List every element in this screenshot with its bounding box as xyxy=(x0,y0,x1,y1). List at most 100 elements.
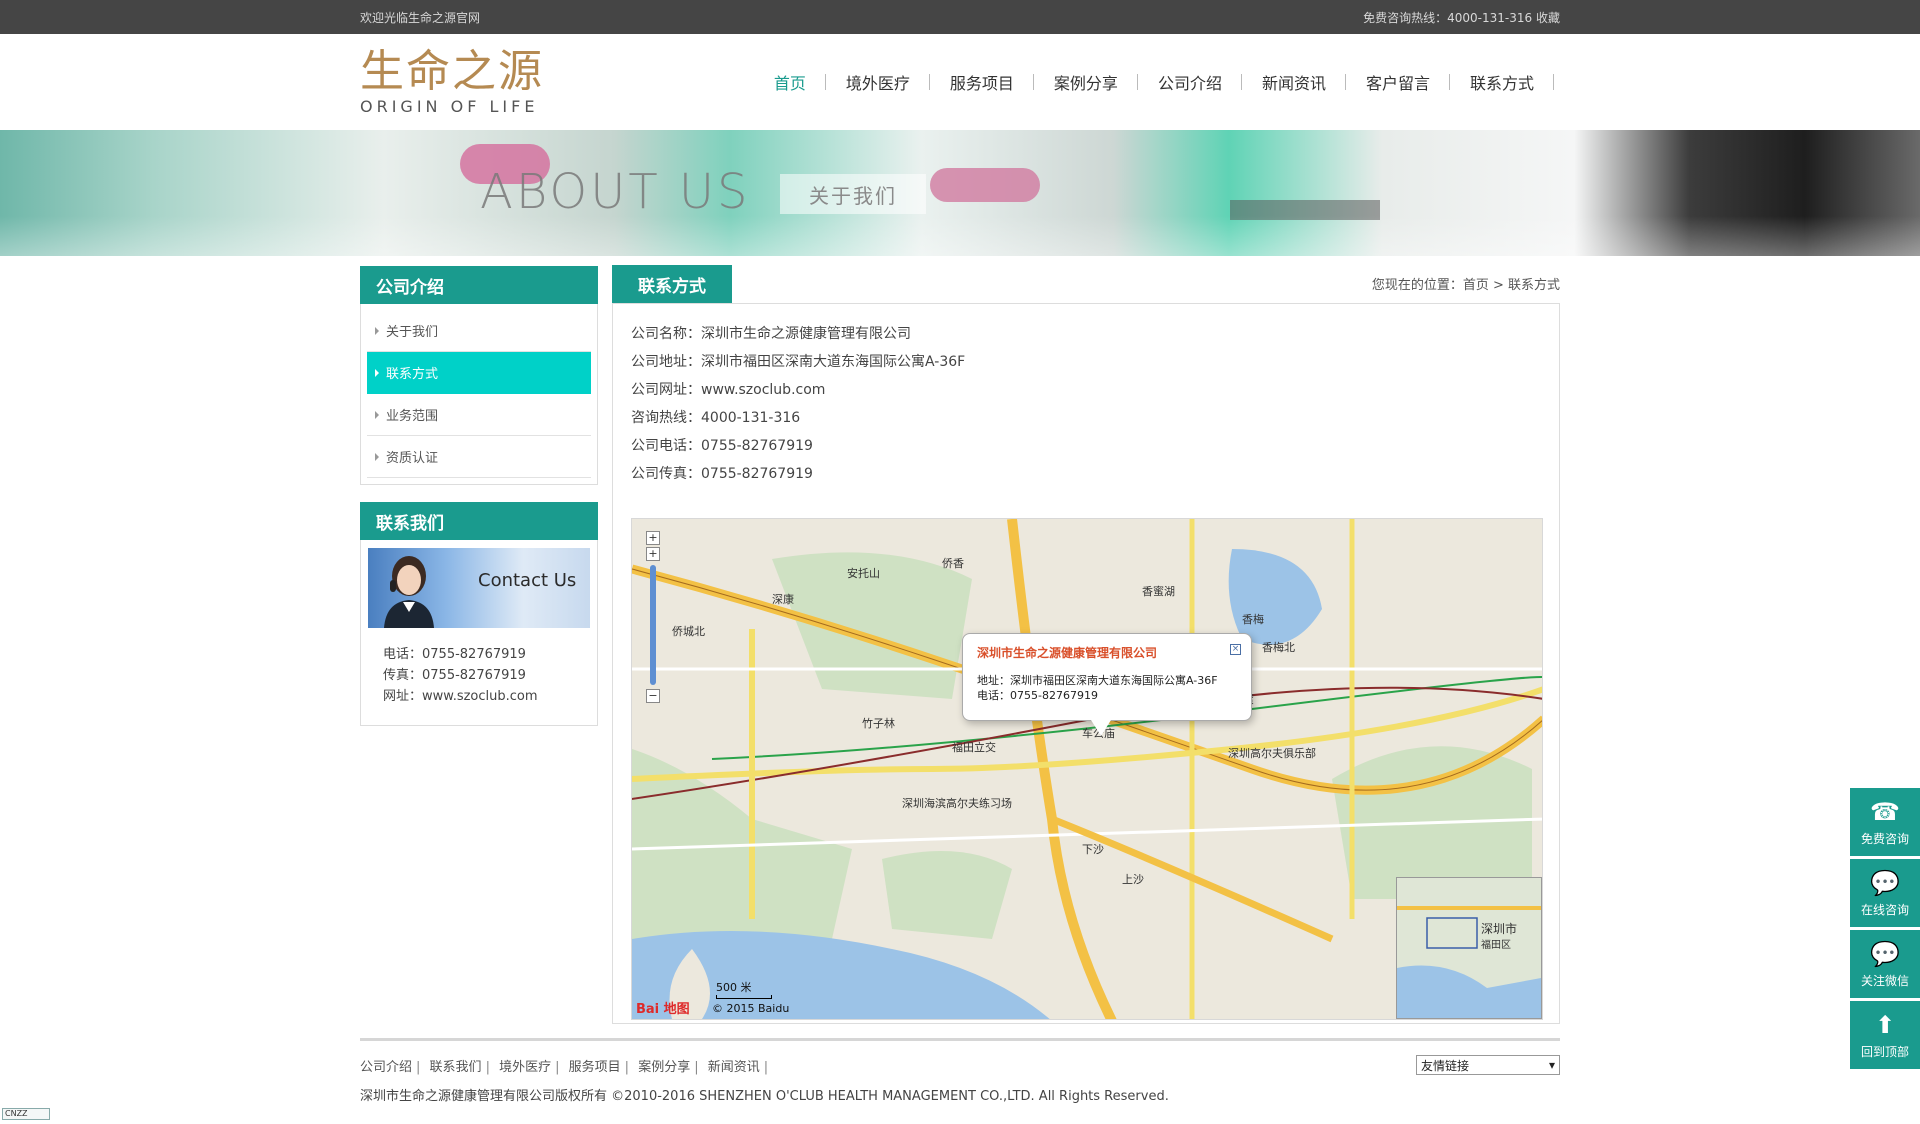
sidebar-item-about-us[interactable]: 关于我们 xyxy=(367,310,591,352)
map-scale: 500 米 xyxy=(716,979,772,999)
phone-icon: ☎ xyxy=(1870,797,1900,826)
footer-link-contact[interactable]: 联系我们 xyxy=(430,1060,482,1075)
sidebar-fax: 传真：0755-82767919 xyxy=(383,668,526,683)
company-fax: 公司传真：0755-82767919 xyxy=(631,466,813,482)
banner-title-cn: 关于我们 xyxy=(780,174,926,214)
content-body: 公司名称：深圳市生命之源健康管理有限公司 公司地址：深圳市福田区深南大道东海国际… xyxy=(612,304,1560,1024)
map-label: 竹子林 xyxy=(862,717,895,730)
zoom-slider[interactable] xyxy=(650,565,656,685)
triangle-right-icon xyxy=(375,326,379,335)
divider: | xyxy=(416,1059,421,1075)
header: 生命之源 ORIGIN OF LIFE 首页 境外医疗 服务项目 案例分享 公司… xyxy=(0,34,1920,130)
company-phone: 公司电话：0755-82767919 xyxy=(631,438,813,454)
arrow-up-icon: ⬆ xyxy=(1874,1010,1896,1039)
contact-box-title: 联系我们 xyxy=(360,502,598,540)
overview-label: 深圳市 xyxy=(1481,922,1518,936)
divider: | xyxy=(624,1059,630,1075)
nav-news[interactable]: 新闻资讯 xyxy=(1242,70,1346,94)
banner-decor xyxy=(0,216,1920,256)
nav-home[interactable]: 首页 xyxy=(754,70,826,94)
about-box-title: 公司介绍 xyxy=(360,266,598,304)
nav-services[interactable]: 服务项目 xyxy=(930,70,1034,94)
online-consult-button[interactable]: 💬 在线咨询 xyxy=(1850,859,1920,927)
map-label: 侨城北 xyxy=(672,625,705,638)
sidebar-item-label: 业务范围 xyxy=(386,409,439,424)
about-banner: ABOUT US 关于我们 xyxy=(0,130,1920,256)
zoom-in-button[interactable]: + xyxy=(646,547,660,561)
map-label: 香蜜湖 xyxy=(1142,585,1175,598)
logo-en: ORIGIN OF LIFE xyxy=(360,96,539,116)
content-header: 联系方式 您现在的位置：首页 > 联系方式 xyxy=(612,265,1560,304)
map-label: 下沙 xyxy=(1082,843,1104,856)
float-label: 在线咨询 xyxy=(1860,902,1909,917)
floating-service-bar: ☎ 免费咨询 💬 在线咨询 💬 关注微信 ⬆ 回到顶部 xyxy=(1850,788,1920,1072)
footer-link-news[interactable]: 新闻资讯 xyxy=(708,1060,760,1075)
map-label: 深圳高尔夫俱乐部 xyxy=(1228,747,1316,760)
company-hotline: 咨询热线：4000-131-316 xyxy=(631,410,801,426)
float-label: 免费咨询 xyxy=(1860,831,1909,846)
overview-map-layer xyxy=(1397,878,1541,1018)
wechat-button[interactable]: 💬 关注微信 xyxy=(1850,930,1920,998)
content: 联系方式 您现在的位置：首页 > 联系方式 公司名称：深圳市生命之源健康管理有限… xyxy=(612,265,1560,1024)
top-bar: 欢迎光临生命之源官网 免费咨询热线：4000-131-316 收藏 xyxy=(0,0,1920,34)
footer-copyright: 深圳市生命之源健康管理有限公司版权所有 ©2010-2016 SHENZHEN … xyxy=(360,1089,1169,1104)
map-zoom-control: + + − xyxy=(646,531,664,705)
triangle-right-icon xyxy=(375,410,379,419)
sidebar-site: 网址：www.szoclub.com xyxy=(383,689,538,704)
map-label: 福田立交 xyxy=(952,741,996,754)
wechat-icon: 💬 xyxy=(1870,939,1900,968)
zoom-out-button[interactable]: − xyxy=(646,689,660,703)
baidu-map[interactable]: + + − 侨香 安托山 深康 侨城北 香蜜湖 竹子林 车公庙 下沙 上沙 香梅… xyxy=(631,518,1543,1020)
footer-link-services[interactable]: 服务项目 xyxy=(569,1060,621,1075)
pan-up-button[interactable]: + xyxy=(646,531,660,545)
bubble-title: 深圳市生命之源健康管理有限公司 xyxy=(977,646,1158,660)
bubble-address: 地址：深圳市福田区深南大道东海国际公寓A-36F xyxy=(977,674,1218,687)
map-label: 香梅 xyxy=(1242,613,1264,626)
map-overview[interactable]: 深圳市 福田区 xyxy=(1396,877,1542,1019)
chat-icon: 💬 xyxy=(1870,868,1900,897)
nav-cases[interactable]: 案例分享 xyxy=(1034,70,1138,94)
map-label: 深圳海滨高尔夫练习场 xyxy=(902,797,1012,810)
customer-service-person-icon xyxy=(384,556,434,628)
favorite-link[interactable]: 收藏 xyxy=(1536,11,1560,25)
triangle-right-icon xyxy=(375,368,379,377)
contact-info: 电话：0755-82767919 传真：0755-82767919 网址：www… xyxy=(361,628,597,725)
cnzz-badge[interactable]: CNZZ xyxy=(2,1108,50,1120)
logo[interactable]: 生命之源 ORIGIN OF LIFE xyxy=(360,48,544,116)
footer-links: 公司介绍 | 联系我们 | 境外医疗 | 服务项目 | 案例分享 | 新闻资讯 | xyxy=(360,1056,773,1075)
triangle-right-icon xyxy=(375,452,379,461)
footer-link-cases[interactable]: 案例分享 xyxy=(638,1060,690,1075)
divider: | xyxy=(763,1059,769,1075)
about-list: 关于我们 联系方式 业务范围 资质认证 xyxy=(361,304,597,478)
nav-contact[interactable]: 联系方式 xyxy=(1450,70,1555,94)
nav-messages[interactable]: 客户留言 xyxy=(1346,70,1451,94)
bubble-tail xyxy=(1091,720,1111,736)
map-label: 安托山 xyxy=(847,567,880,580)
footer-link-overseas[interactable]: 境外医疗 xyxy=(499,1060,551,1075)
bubble-phone: 电话：0755-82767919 xyxy=(977,689,1098,702)
contact-box: 联系我们 Contact Us 电话：0755-82767919 传真：0755… xyxy=(360,502,598,726)
sidebar-item-label: 联系方式 xyxy=(386,367,439,382)
sidebar-item-label: 资质认证 xyxy=(386,451,439,466)
hotline-text: 免费咨询热线：4000-131-316 xyxy=(1363,10,1533,25)
main-nav: 首页 境外医疗 服务项目 案例分享 公司介绍 新闻资讯 客户留言 联系方式 xyxy=(754,70,1555,94)
baidu-logo: Bai 地图 xyxy=(636,1002,690,1017)
company-address: 公司地址：深圳市福田区深南大道东海国际公寓A-36F xyxy=(631,354,966,370)
footer-link-company[interactable]: 公司介绍 xyxy=(360,1060,412,1075)
back-to-top-button[interactable]: ⬆ 回到顶部 xyxy=(1850,1001,1920,1069)
free-consult-button[interactable]: ☎ 免费咨询 xyxy=(1850,788,1920,856)
welcome-text: 欢迎光临生命之源官网 xyxy=(360,10,481,25)
company-name: 公司名称：深圳市生命之源健康管理有限公司 xyxy=(631,326,911,342)
nav-overseas-medical[interactable]: 境外医疗 xyxy=(826,70,930,94)
sidebar-item-contact[interactable]: 联系方式 xyxy=(367,352,591,394)
sidebar-item-business-scope[interactable]: 业务范围 xyxy=(367,394,591,436)
divider: | xyxy=(555,1059,560,1075)
friend-links-select[interactable]: 友情链接 ▾ xyxy=(1416,1055,1560,1075)
content-tab-title: 联系方式 xyxy=(612,265,732,303)
close-icon[interactable]: × xyxy=(1230,644,1241,655)
sidebar-item-certification[interactable]: 资质认证 xyxy=(367,436,591,478)
map-copyright: © 2015 Baidu xyxy=(712,1002,790,1015)
footer: 公司介绍 | 联系我们 | 境外医疗 | 服务项目 | 案例分享 | 新闻资讯 | 友情链接… xyxy=(360,1038,1560,1104)
nav-company[interactable]: 公司介绍 xyxy=(1138,70,1242,94)
overview-label: 福田区 xyxy=(1481,940,1511,951)
